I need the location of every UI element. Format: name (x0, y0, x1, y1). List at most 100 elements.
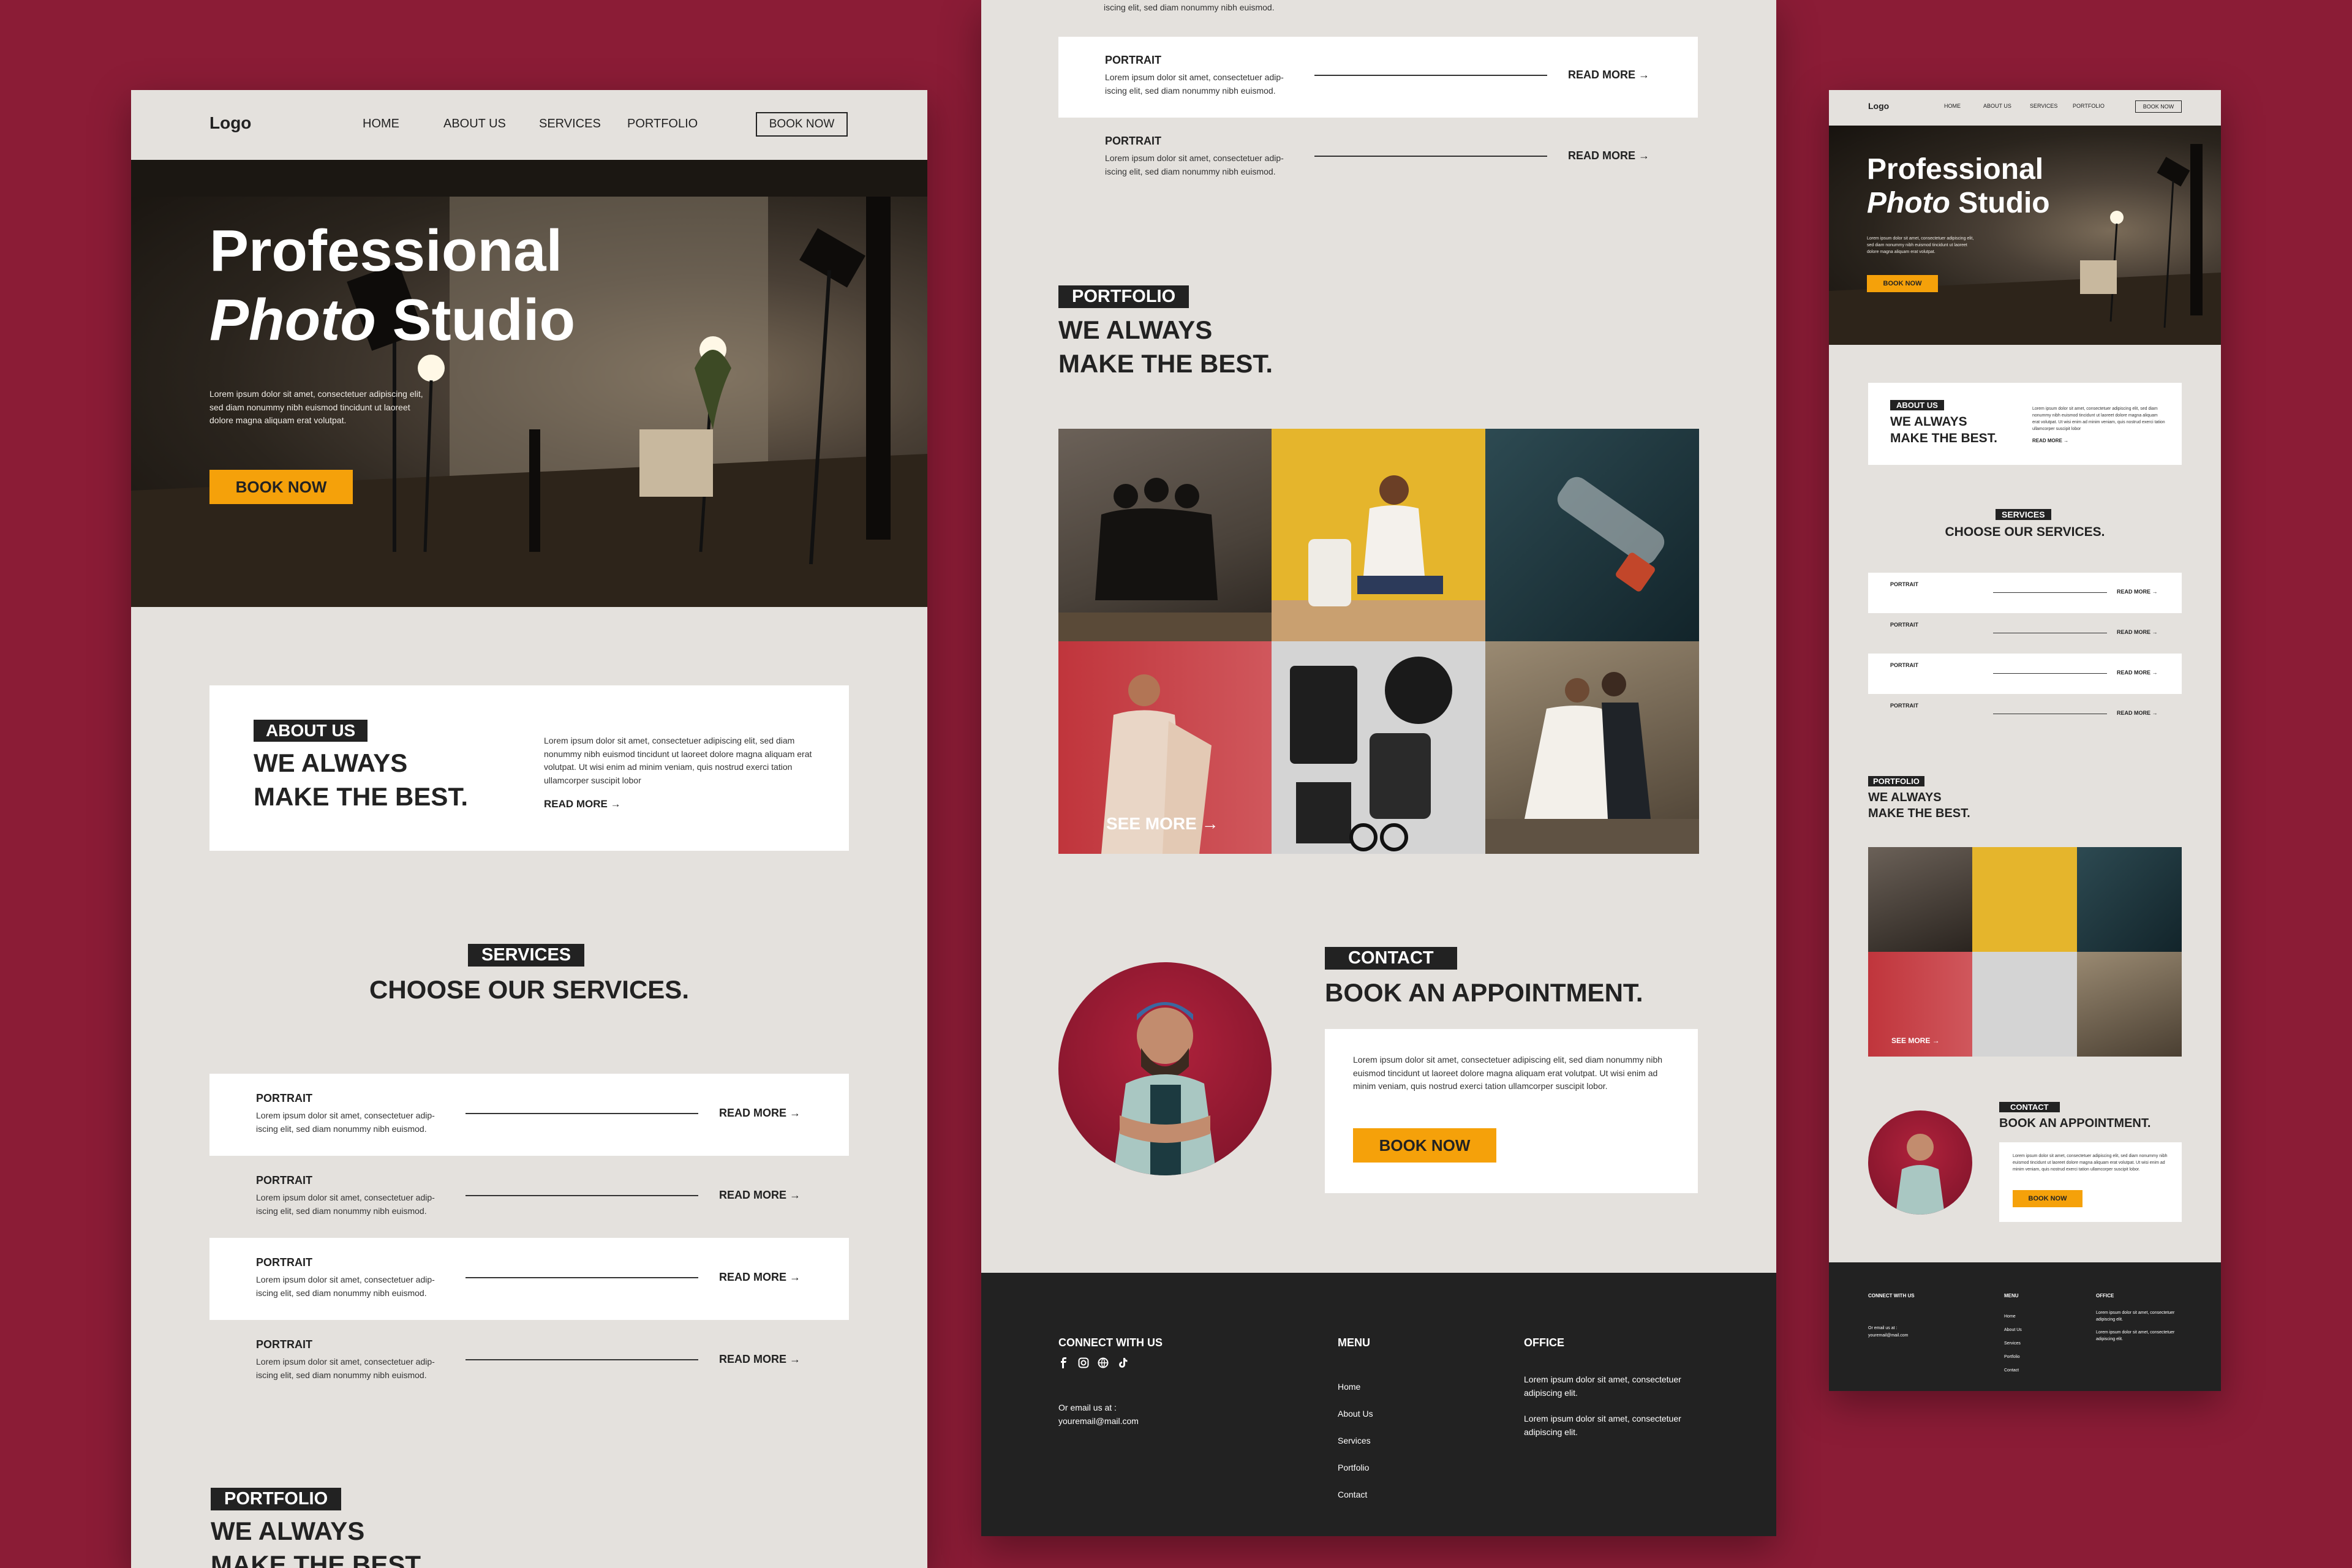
service-read-more[interactable]: READ MORE → (1568, 149, 1649, 162)
footer-menu-home[interactable]: Home (1338, 1373, 1373, 1400)
mini-service-read-more[interactable]: READ MORE → (2117, 669, 2158, 676)
mini-service-row-1[interactable]: PORTRAIT READ MORE → (1868, 573, 2182, 613)
mini-contact-book-button[interactable]: BOOK NOW (2013, 1190, 2082, 1207)
service-divider (466, 1113, 698, 1114)
service-read-more[interactable]: READ MORE → (719, 1353, 801, 1366)
nav-book-button[interactable]: BOOK NOW (756, 112, 848, 137)
nav-home[interactable]: HOME (363, 117, 399, 131)
bottle-illustration (1557, 477, 1665, 592)
mini-service-row-2[interactable]: PORTRAIT READ MORE → (1868, 613, 2182, 654)
service-title: PORTRAIT (256, 1092, 312, 1104)
mini-nav-home[interactable]: HOME (1944, 103, 1961, 109)
service-row-mid-1[interactable]: PORTRAIT Lorem ipsum dolor sit amet, con… (1058, 37, 1698, 118)
see-more-link[interactable]: SEE MORE → (1106, 814, 1219, 834)
mini-nav-book-button[interactable]: BOOK NOW (2135, 100, 2182, 113)
mini-footer-menu-services[interactable]: Services (2004, 1337, 2022, 1351)
mini-hero-title: Professional Photo Studio (1867, 153, 2050, 220)
mini-photo-red[interactable]: SEE MORE → (1868, 952, 1972, 1057)
man-portrait-illustration (1114, 1002, 1216, 1175)
mini-photo-bottle[interactable] (2077, 847, 2182, 952)
service-text: Lorem ipsum dolor sit amet, consectetuer… (256, 1191, 435, 1218)
portfolio-photo-red[interactable]: SEE MORE → (1058, 641, 1272, 854)
mini-footer-office-line1: Lorem ipsum dolor sit amet, consectetuer… (2096, 1311, 2175, 1322)
service-text-line2: iscing elit, sed diam nonummy nibh euism… (256, 1287, 427, 1298)
footer-menu-about[interactable]: About Us (1338, 1400, 1373, 1427)
service-divider (466, 1195, 698, 1196)
instagram-icon[interactable] (1078, 1357, 1089, 1368)
contact-book-button[interactable]: BOOK NOW (1353, 1128, 1496, 1163)
footer-menu-services[interactable]: Services (1338, 1427, 1373, 1454)
mini-contact-heading: BOOK AN APPOINTMENT. (1999, 1117, 2151, 1130)
top-fragment-text: iscing elit, sed diam nonummy nibh euism… (1104, 2, 1275, 12)
about-heading-line2: MAKE THE BEST. (254, 782, 469, 811)
mini-see-more-link[interactable]: SEE MORE → (1891, 1036, 1940, 1045)
service-row-4[interactable]: PORTRAIT Lorem ipsum dolor sit amet, con… (209, 1320, 849, 1402)
facebook-icon[interactable] (1058, 1357, 1069, 1368)
footer-email[interactable]: youremail@mail.com (1058, 1416, 1139, 1426)
nav-about[interactable]: ABOUT US (443, 117, 506, 131)
mini-service-read-more[interactable]: READ MORE → (2117, 589, 2158, 595)
mini-about-heading: WE ALWAYS MAKE THE BEST. (1890, 413, 1997, 447)
mini-service-title: PORTRAIT (1890, 662, 1918, 668)
service-read-more[interactable]: READ MORE → (1568, 69, 1649, 81)
service-read-more[interactable]: READ MORE → (719, 1107, 801, 1120)
mini-hero-book-button[interactable]: BOOK NOW (1867, 275, 1938, 292)
portfolio-photo-group[interactable] (1058, 429, 1272, 641)
mini-about-read-more[interactable]: READ MORE → (2032, 438, 2068, 443)
globe-icon[interactable] (1098, 1357, 1109, 1368)
mini-footer-menu-home[interactable]: Home (2004, 1310, 2022, 1324)
portfolio-photo-wedding[interactable] (1485, 641, 1699, 854)
mini-footer-email[interactable]: youremail@mail.com (1868, 1333, 1908, 1338)
portfolio-photo-flatlay[interactable] (1272, 641, 1485, 854)
footer-menu-contact[interactable]: Contact (1338, 1481, 1373, 1508)
mini-service-divider (1993, 592, 2107, 593)
nav-portfolio[interactable]: PORTFOLIO (627, 117, 698, 131)
mini-footer-menu-contact[interactable]: Contact (2004, 1364, 2022, 1378)
mini-hero-image: Professional Photo Studio Lorem ipsum do… (1829, 126, 2221, 345)
portfolio-heading: WE ALWAYS MAKE THE BEST. (1058, 314, 1273, 380)
portfolio-photo-bottle[interactable] (1485, 429, 1699, 641)
mini-service-row-4[interactable]: PORTRAIT READ MORE → (1868, 694, 2182, 734)
mini-logo[interactable]: Logo (1868, 101, 1889, 111)
service-text-line2: iscing elit, sed diam nonummy nibh euism… (1105, 166, 1276, 176)
mini-service-row-3[interactable]: PORTRAIT READ MORE → (1868, 654, 2182, 694)
hero-title-rest: Studio (375, 287, 576, 353)
mini-nav-services[interactable]: SERVICES (2030, 103, 2057, 109)
mini-nav-about[interactable]: ABOUT US (1983, 103, 2011, 109)
mini-contact-text: Lorem ipsum dolor sit amet, consectetuer… (2013, 1154, 2168, 1172)
service-row-2[interactable]: PORTRAIT Lorem ipsum dolor sit amet, con… (209, 1156, 849, 1238)
mini-service-read-more[interactable]: READ MORE → (2117, 710, 2158, 716)
mini-photo-wedding[interactable] (2077, 952, 2182, 1057)
mini-service-read-more[interactable]: READ MORE → (2117, 629, 2158, 635)
footer-menu-portfolio[interactable]: Portfolio (1338, 1454, 1373, 1481)
portfolio-photo-yellow[interactable] (1272, 429, 1485, 641)
mini-services-tag: SERVICES (1996, 509, 2051, 520)
tiktok-icon[interactable] (1117, 1357, 1128, 1368)
logo[interactable]: Logo (209, 113, 251, 133)
mini-photo-flatlay[interactable] (1972, 952, 2077, 1057)
service-row-3[interactable]: PORTRAIT Lorem ipsum dolor sit amet, con… (209, 1238, 849, 1320)
mini-footer-menu-about[interactable]: About Us (2004, 1324, 2022, 1337)
contact-text: Lorem ipsum dolor sit amet, consectetuer… (1353, 1055, 1663, 1091)
mini-footer-menu-portfolio[interactable]: Portfolio (2004, 1351, 2022, 1364)
mini-footer-office-title: OFFICE (2096, 1293, 2114, 1298)
mini-nav-portfolio[interactable]: PORTFOLIO (2073, 103, 2105, 109)
mini-photo-group[interactable] (1868, 847, 1972, 952)
mini-photo-yellow[interactable] (1972, 847, 2077, 952)
service-text-line1: Lorem ipsum dolor sit amet, consectetuer… (256, 1357, 435, 1366)
about-card: ABOUT US WE ALWAYS MAKE THE BEST. Lorem … (209, 685, 849, 851)
service-row-1[interactable]: PORTRAIT Lorem ipsum dolor sit amet, con… (209, 1074, 849, 1156)
portfolio-tag: PORTFOLIO (211, 1488, 342, 1510)
service-row-mid-2[interactable]: PORTRAIT Lorem ipsum dolor sit amet, con… (1058, 118, 1698, 198)
about-read-more[interactable]: READ MORE → (544, 798, 621, 810)
service-text-line1: Lorem ipsum dolor sit amet, consectetuer… (256, 1193, 435, 1202)
group-silhouette (1058, 478, 1272, 641)
service-read-more[interactable]: READ MORE → (719, 1189, 801, 1202)
mini-service-title: PORTRAIT (1890, 581, 1918, 587)
mini-footer-connect-title: CONNECT WITH US (1868, 1293, 1915, 1298)
mini-about-heading-line1: WE ALWAYS (1890, 415, 1967, 429)
service-read-more[interactable]: READ MORE → (719, 1271, 801, 1284)
portfolio-grid: SEE MORE → (1058, 429, 1699, 854)
nav-services[interactable]: SERVICES (539, 117, 601, 131)
hero-book-button[interactable]: BOOK NOW (209, 470, 353, 504)
